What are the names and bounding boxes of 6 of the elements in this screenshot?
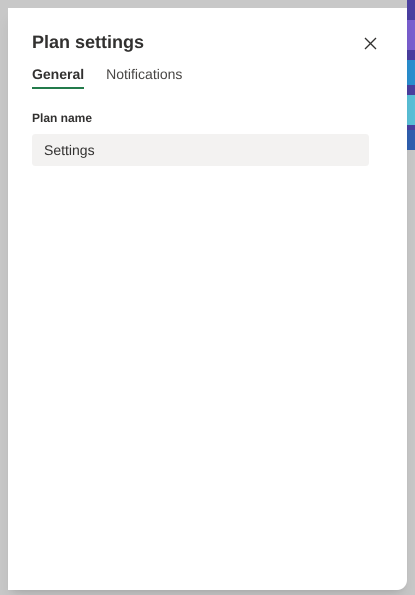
- tab[interactable]: Notifications: [106, 64, 182, 89]
- dialog-title: Plan settings: [32, 31, 144, 54]
- field-label: Plan name: [32, 110, 94, 127]
- plan-name-field[interactable]: Settings: [32, 134, 369, 166]
- close-button[interactable]: [363, 36, 377, 50]
- tab[interactable]: General: [32, 64, 84, 89]
